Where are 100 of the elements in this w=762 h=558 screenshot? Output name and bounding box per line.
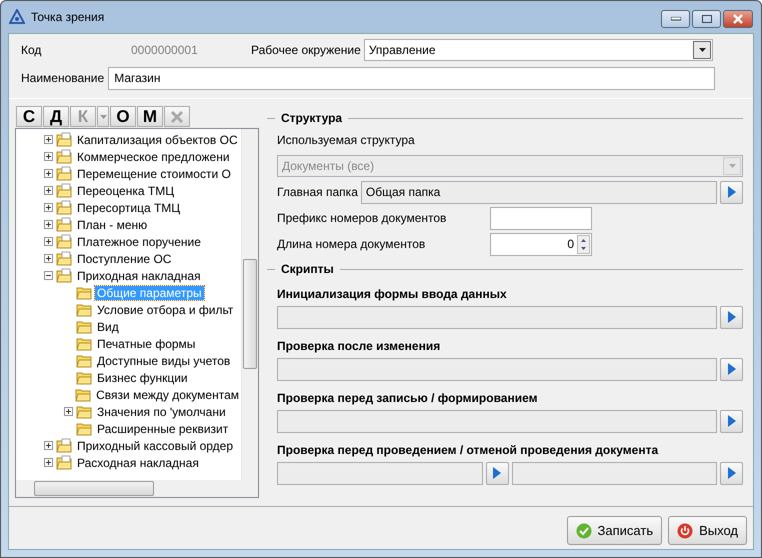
dropdown-button[interactable]: [97, 106, 109, 127]
toolbar-button[interactable]: С: [16, 106, 42, 127]
tree-item[interactable]: Поступление ОС: [75, 252, 174, 266]
caret-icon: [728, 164, 736, 168]
script-label: Проверка перед записью / формированием: [277, 391, 538, 407]
name-field[interactable]: Магазин: [108, 66, 715, 90]
tree-item[interactable]: Капитализация объектов ОС: [75, 132, 240, 146]
tree-item[interactable]: Переоценка ТМЦ: [75, 184, 176, 198]
toolbar-button[interactable]: М: [137, 106, 163, 127]
exit-button[interactable]: Выход: [668, 516, 747, 545]
document-folder-icon: [56, 251, 72, 266]
select-button[interactable]: [720, 462, 743, 484]
script-field[interactable]: [512, 462, 717, 484]
play-icon: [728, 186, 736, 198]
tree-item[interactable]: Условие отбора и фильт: [95, 302, 236, 316]
folder-icon: [75, 387, 92, 402]
document-folder-icon: [56, 166, 72, 181]
folder-field[interactable]: Общая папка: [360, 180, 717, 204]
tree-item[interactable]: Печатные формы: [95, 336, 198, 350]
expand-icon[interactable]: [44, 254, 53, 263]
expand-icon[interactable]: [44, 441, 53, 450]
field-label: Главная папка: [277, 185, 358, 199]
field-label: Префикс номеров документов: [277, 211, 448, 225]
minimize-icon: [670, 17, 680, 21]
expand-icon[interactable]: [44, 169, 53, 178]
expand-icon[interactable]: [44, 203, 53, 212]
expand-icon[interactable]: [44, 458, 53, 467]
tree-item[interactable]: Расширенные реквизит: [95, 422, 230, 436]
name-label: Наименование: [21, 71, 104, 85]
tree-item[interactable]: Доступные виды учетов: [95, 354, 232, 368]
expand-icon[interactable]: [44, 186, 53, 195]
tree-item[interactable]: Значения по 'умолчани: [95, 404, 228, 418]
select-button[interactable]: [720, 410, 743, 432]
folder-icon: [76, 285, 92, 300]
minimize-button[interactable]: [661, 10, 690, 28]
section-title: Структура: [281, 111, 342, 125]
folder-icon: [76, 353, 92, 368]
expand-icon[interactable]: [44, 220, 53, 229]
play-icon: [728, 467, 736, 479]
script-label: Проверка после изменения: [277, 339, 442, 355]
tree-item[interactable]: Бизнес функции: [95, 370, 190, 384]
tree-item[interactable]: План - меню: [75, 218, 150, 232]
folder-icon: [76, 302, 92, 317]
maximize-icon: [702, 15, 712, 23]
document-folder-icon: [56, 455, 72, 470]
folder-icon: [76, 370, 92, 385]
script-field[interactable]: [277, 462, 482, 484]
maximize-button[interactable]: [692, 10, 721, 28]
length-spinbox[interactable]: 0: [490, 232, 592, 256]
document-folder-icon: [56, 132, 72, 147]
folder-icon: [76, 404, 92, 419]
caret-icon: [100, 114, 106, 118]
select-button[interactable]: [486, 462, 508, 484]
tree-item[interactable]: Вид: [95, 320, 121, 334]
play-icon: [728, 415, 736, 427]
horizontal-scrollbar[interactable]: [16, 480, 258, 497]
code-value: 0000000001: [131, 43, 199, 57]
select-button[interactable]: [720, 306, 743, 328]
expand-icon[interactable]: [44, 237, 53, 246]
select-button[interactable]: [720, 180, 743, 204]
select-button[interactable]: [720, 358, 743, 380]
play-icon: [493, 467, 501, 479]
environment-dropdown[interactable]: Управление: [364, 39, 713, 61]
tree-item[interactable]: Связи между документам: [94, 388, 241, 402]
save-button[interactable]: Записать: [566, 516, 662, 545]
script-field[interactable]: [277, 410, 717, 432]
document-folder-icon: [56, 217, 72, 232]
document-folder-icon: [56, 149, 72, 164]
vertical-scrollbar[interactable]: [241, 129, 258, 480]
tree-item[interactable]: Коммерческое предложени: [75, 150, 232, 164]
tree-item[interactable]: Платежное поручение: [75, 234, 203, 248]
folder-icon: [76, 319, 92, 334]
tree-item[interactable]: Расходная накладная: [75, 456, 201, 470]
expand-icon[interactable]: [64, 407, 73, 416]
tree-item[interactable]: Приходный кассовый ордер: [75, 438, 236, 452]
delete-icon: [170, 110, 184, 124]
folder-icon: [76, 336, 92, 351]
folder-icon: [76, 421, 92, 436]
toolbar-button[interactable]: Д: [43, 106, 69, 127]
prefix-field[interactable]: [490, 206, 592, 230]
script-field[interactable]: [277, 358, 717, 380]
section-title: Скрипты: [281, 262, 334, 276]
tree-item[interactable]: Перемещение стоимости О: [75, 166, 233, 180]
play-icon: [728, 311, 736, 323]
expand-icon[interactable]: [44, 135, 53, 144]
collapse-icon[interactable]: [44, 271, 53, 280]
environment-label: Рабочее окружение: [251, 43, 361, 57]
tree-item[interactable]: Приходная накладная: [75, 268, 203, 282]
field-label: Используемая структура: [277, 133, 415, 147]
field-label: Длина номера документов: [277, 237, 426, 251]
document-folder-icon: [56, 438, 72, 453]
caret-icon: [698, 48, 706, 52]
expand-icon[interactable]: [44, 152, 53, 161]
document-folder-icon: [56, 183, 72, 198]
close-button[interactable]: [723, 10, 753, 28]
tree-item[interactable]: Пересортица ТМЦ: [75, 200, 182, 214]
script-field[interactable]: [277, 306, 717, 328]
play-icon: [728, 363, 736, 375]
close-icon: [732, 14, 744, 24]
toolbar-button[interactable]: О: [110, 106, 136, 127]
